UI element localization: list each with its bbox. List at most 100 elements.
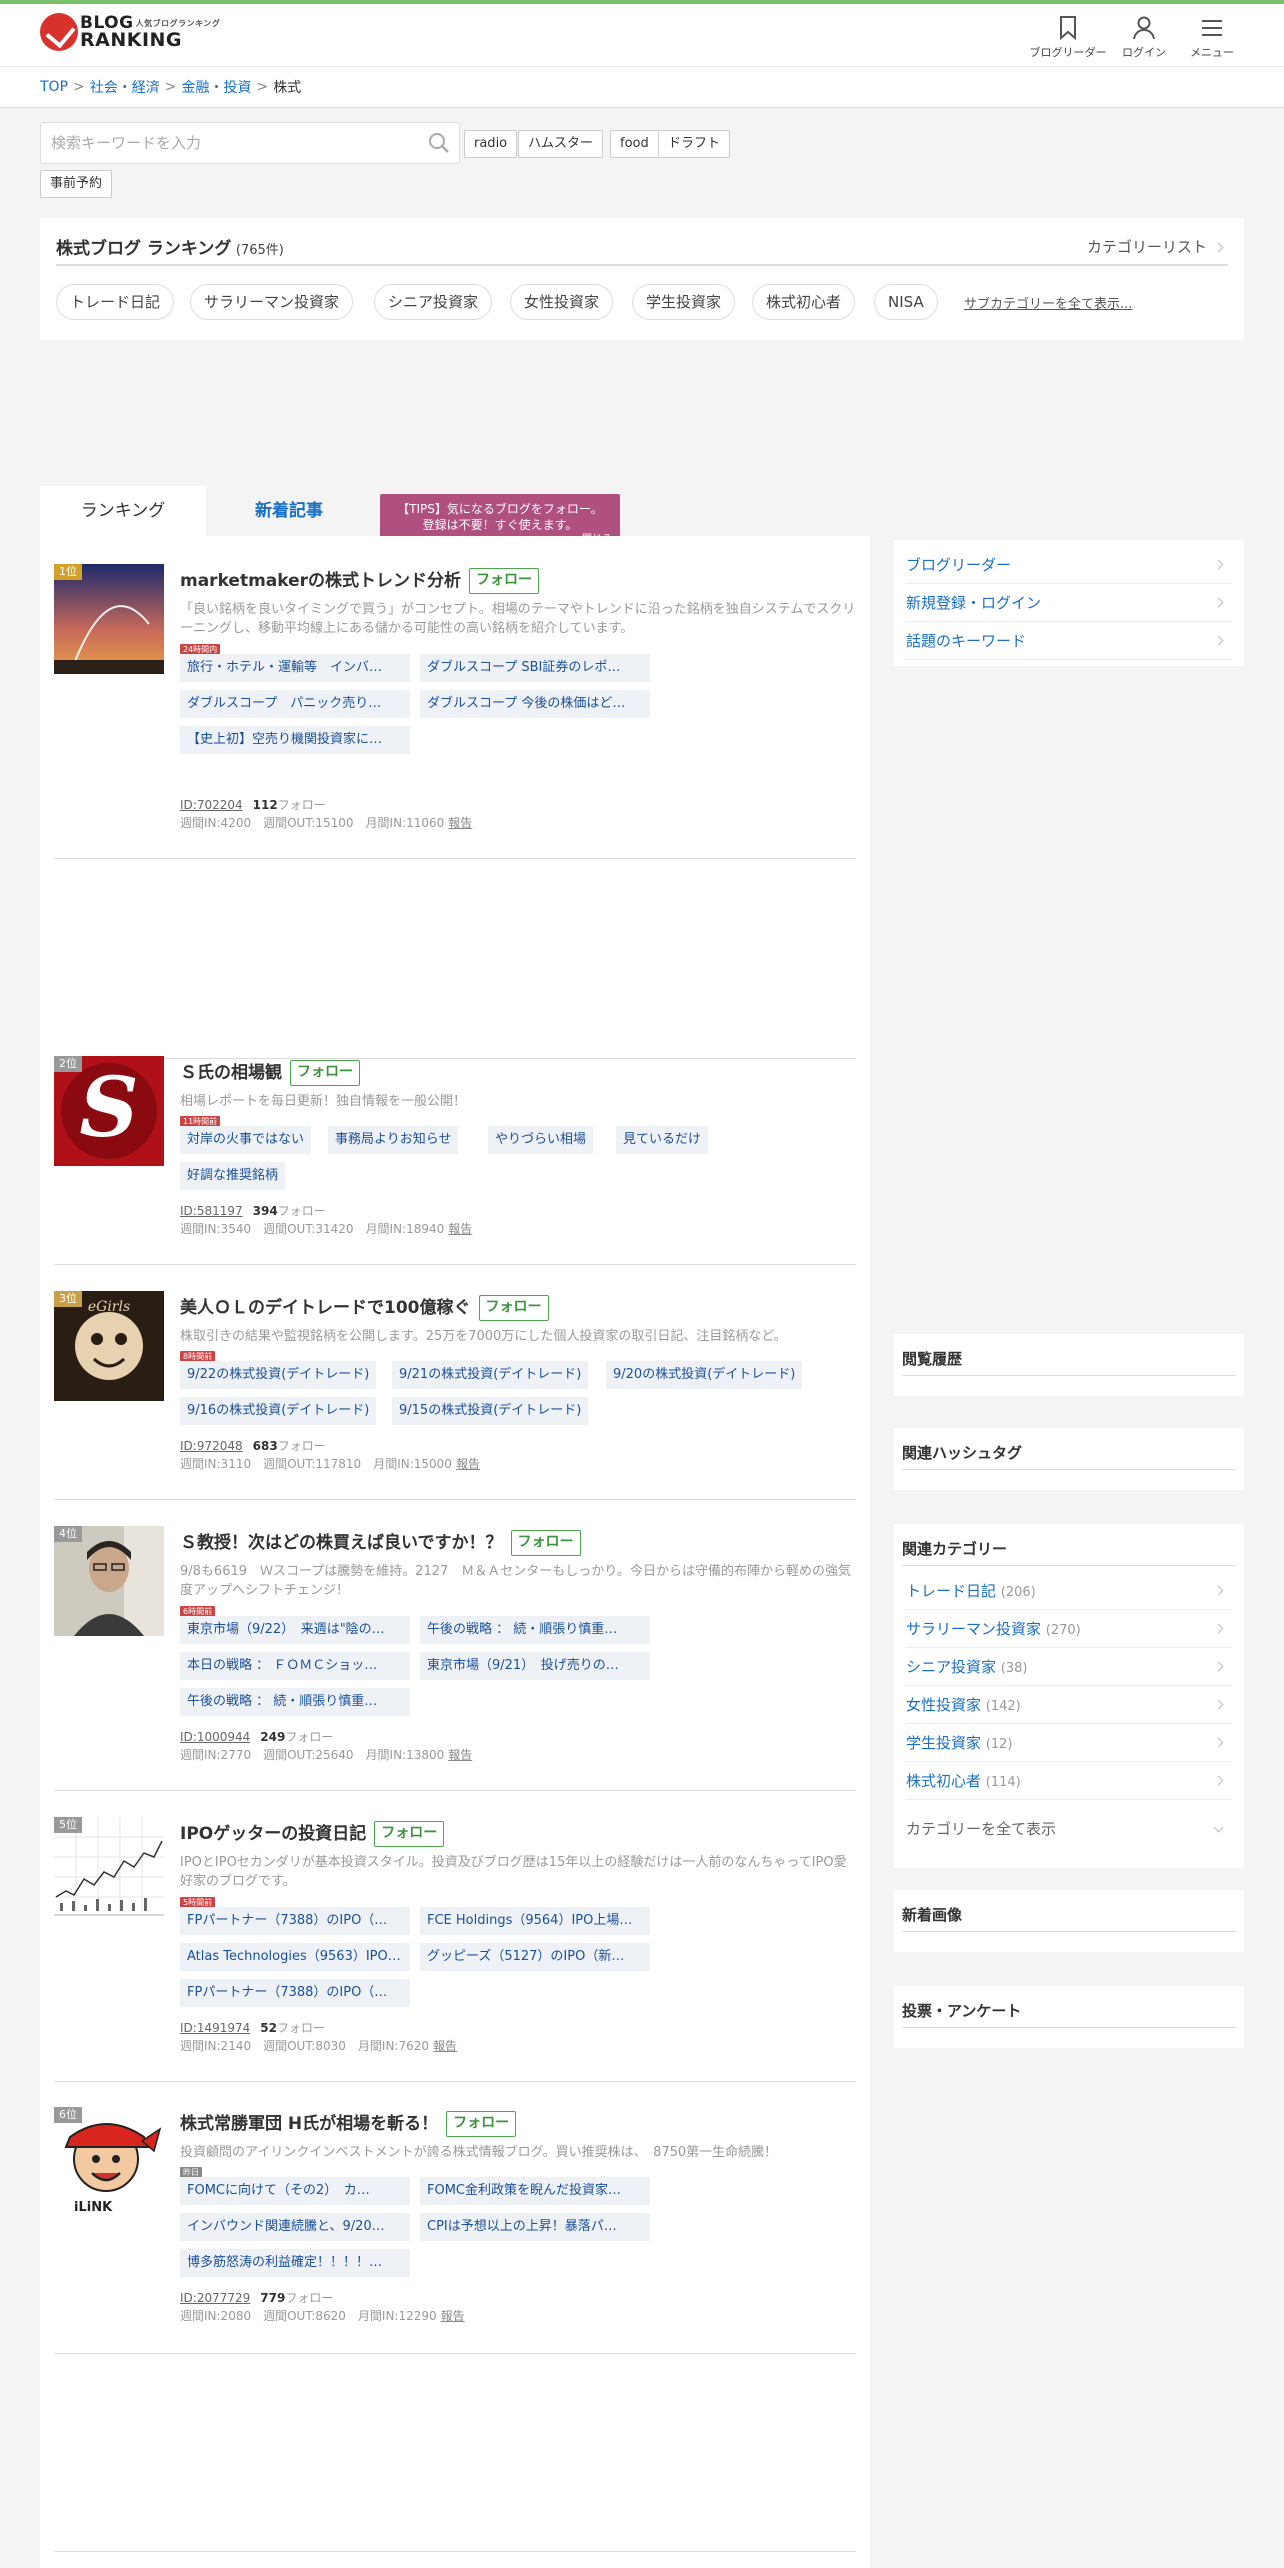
blog-stats: ID:702204 112フォロー 週間IN:4200 週間OUT:15100 月… xyxy=(180,798,473,830)
post-link[interactable]: 午後の戦略 ： 続・順張り慎重… xyxy=(420,1616,650,1644)
blog-thumbnail[interactable] xyxy=(54,1817,164,1927)
post-link[interactable]: Atlas Technologies（9563）IPO… xyxy=(180,1943,410,1971)
subcategory-nisa[interactable]: NISA xyxy=(874,284,938,320)
post-link[interactable]: 好調な推奨銘柄 xyxy=(180,1162,286,1190)
sidebar-link-blog-reader[interactable]: ブログリーダー xyxy=(906,546,1232,584)
votes-heading: 投票・アンケート xyxy=(902,2000,1236,2028)
related-category-item[interactable]: 株式初心者 (114) xyxy=(906,1762,1232,1800)
search-box xyxy=(40,122,460,164)
follow-button[interactable]: フォロー xyxy=(510,1530,581,1556)
post-link[interactable]: 9/22の株式投資(デイトレード) xyxy=(180,1361,377,1389)
related-category-item[interactable]: トレード日記 (206) xyxy=(906,1572,1232,1610)
related-category-item[interactable]: サラリーマン投資家 (270) xyxy=(906,1610,1232,1648)
report-link[interactable]: 報告 xyxy=(448,816,472,830)
blog-stats: ID:581197 394フォロー 週間IN:3540 週間OUT:31420 月… xyxy=(180,1204,473,1236)
tab-new-articles[interactable]: 新着記事 xyxy=(206,486,372,536)
post-link[interactable]: 9/15の株式投資(デイトレード) xyxy=(392,1397,589,1425)
chevron-right-icon xyxy=(1213,1699,1224,1710)
blog-description: IPOとIPOセカンダリが基本投資スタイル。投資及びブログ歴は15年以上の経験だ… xyxy=(180,1855,847,1889)
blog-title: 美人ＯＬのデイトレードで100億稼ぐ フォロー xyxy=(180,1293,549,1321)
search-icon[interactable] xyxy=(428,132,450,158)
breadcrumb-top[interactable]: TOP xyxy=(40,79,68,95)
post-link[interactable]: インバウンド関連続騰と、9/20… xyxy=(180,2213,410,2241)
blog-thumbnail[interactable] xyxy=(54,564,164,674)
blog-id[interactable]: ID:972048 xyxy=(180,1439,243,1453)
post-link[interactable]: 午後の戦略 ： 続・順張り慎重… xyxy=(180,1688,410,1716)
follow-button[interactable]: フォロー xyxy=(446,2111,517,2137)
post-link[interactable]: FOMC金利政策を睨んだ投資家… xyxy=(420,2177,650,2205)
post-link[interactable]: 対岸の火事ではない xyxy=(180,1126,312,1154)
report-link[interactable]: 報告 xyxy=(433,2039,457,2053)
subcategory-beginner[interactable]: 株式初心者 xyxy=(752,284,856,320)
bookmark-icon xyxy=(1028,14,1108,42)
rank-badge: 2位 xyxy=(54,1056,82,1072)
post-link[interactable]: FOMCに向けて（その2） カ… xyxy=(180,2177,410,2205)
blog-thumbnail[interactable]: S xyxy=(54,1056,164,1166)
chevron-right-icon xyxy=(1213,597,1224,608)
category-list-link[interactable]: カテゴリーリスト xyxy=(1087,236,1224,257)
keyword-tag[interactable]: ドラフト xyxy=(658,130,731,158)
post-link[interactable]: CPIは予想以上の上昇！暴落パ… xyxy=(420,2213,650,2241)
post-link[interactable]: 見ているだけ xyxy=(616,1126,709,1154)
subcategory-women[interactable]: 女性投資家 xyxy=(510,284,614,320)
related-category-item[interactable]: 女性投資家 (142) xyxy=(906,1686,1232,1724)
post-link[interactable]: 事務局よりお知らせ xyxy=(328,1126,459,1154)
post-link[interactable]: 9/20の株式投資(デイトレード) xyxy=(606,1361,803,1389)
menu-button[interactable]: メニュー xyxy=(1172,14,1252,60)
follow-button[interactable]: フォロー xyxy=(478,1295,549,1321)
blog-id[interactable]: ID:2077729 xyxy=(180,2291,250,2305)
blog-thumbnail[interactable]: iLiNK xyxy=(54,2107,164,2217)
post-link[interactable]: 本日の戦略 ： ＦＯＭＣショッ… xyxy=(180,1652,410,1680)
keyword-tag[interactable]: radio xyxy=(464,130,518,158)
tab-ranking[interactable]: ランキング xyxy=(40,486,206,536)
post-link[interactable]: 9/16の株式投資(デイトレード) xyxy=(180,1397,377,1425)
post-link[interactable]: 博多筋怒涛の利益確定！！！！… xyxy=(180,2249,410,2277)
post-link[interactable]: 東京市場（9/22） 来週は"陰の… xyxy=(180,1616,410,1644)
site-logo[interactable]: BLOG 人気ブログランキング RANKING xyxy=(40,13,220,51)
post-link[interactable]: 旅行・ホテル・運輸等 インバ… xyxy=(180,654,410,682)
breadcrumb-society-economy[interactable]: 社会・経済 xyxy=(90,77,160,97)
report-link[interactable]: 報告 xyxy=(448,1222,472,1236)
post-link[interactable]: FPパートナー（7388）のIPO（… xyxy=(180,1907,410,1935)
post-link[interactable]: ダブルスコープ SBI証券のレポ… xyxy=(420,654,650,682)
post-link[interactable]: 東京市場（9/21） 投げ売りの… xyxy=(420,1652,650,1680)
related-category-item[interactable]: 学生投資家 (12) xyxy=(906,1724,1232,1762)
show-all-subcategories-link[interactable]: サブカテゴリーを全て表示... xyxy=(964,293,1132,312)
sidebar-link-register-login[interactable]: 新規登録・ログイン xyxy=(906,584,1232,622)
blog-id[interactable]: ID:1000944 xyxy=(180,1730,250,1744)
search-input[interactable] xyxy=(40,122,460,164)
keyword-tag[interactable]: ハムスター xyxy=(518,130,604,158)
keyword-tag[interactable]: 事前予約 xyxy=(40,170,113,198)
post-link[interactable]: やりづらい相場 xyxy=(488,1126,594,1154)
post-link[interactable]: FCE Holdings（9564）IPO上場… xyxy=(420,1907,650,1935)
post-link[interactable]: ダブルスコープ パニック売り… xyxy=(180,690,410,718)
post-link[interactable]: 9/21の株式投資(デイトレード) xyxy=(392,1361,589,1389)
post-link[interactable]: FPパートナー（7388）のIPO（… xyxy=(180,1979,410,2007)
report-link[interactable]: 報告 xyxy=(448,1748,472,1762)
show-all-categories-button[interactable]: カテゴリーを全て表示 xyxy=(906,1818,1056,1839)
blog-thumbnail[interactable] xyxy=(54,1526,164,1636)
follow-button[interactable]: フォロー xyxy=(374,1821,445,1847)
report-link[interactable]: 報告 xyxy=(456,1457,480,1471)
sidebar-link-trending-keywords[interactable]: 話題のキーワード xyxy=(906,622,1232,660)
follow-button[interactable]: フォロー xyxy=(469,568,540,594)
subcategory-senior[interactable]: シニア投資家 xyxy=(374,284,493,320)
subcategory-trade-diary[interactable]: トレード日記 xyxy=(56,284,175,320)
related-category-item[interactable]: シニア投資家 (38) xyxy=(906,1648,1232,1686)
blog-id[interactable]: ID:581197 xyxy=(180,1204,243,1218)
blog-reader-button[interactable]: ブログリーダー xyxy=(1028,14,1108,60)
report-link[interactable]: 報告 xyxy=(441,2309,465,2323)
post-link[interactable]: ダブルスコープ 今後の株価はど… xyxy=(420,690,650,718)
subcategory-salaryman[interactable]: サラリーマン投資家 xyxy=(190,284,354,320)
post-link[interactable]: 【史上初】空売り機関投資家に… xyxy=(180,726,410,754)
ranking-list: 1位 marketmakerの株式トレンド分析 フォロー 「良い銘柄を良いタイミン… xyxy=(40,536,870,2568)
subcategory-student[interactable]: 学生投資家 xyxy=(632,284,736,320)
breadcrumb-finance[interactable]: 金融・投資 xyxy=(181,77,251,97)
keyword-tag[interactable]: food xyxy=(610,130,659,158)
blog-id[interactable]: ID:1491974 xyxy=(180,2021,250,2035)
rank-badge: 1位 xyxy=(54,564,82,580)
follow-button[interactable]: フォロー xyxy=(290,1060,360,1086)
blog-thumbnail[interactable]: eGirls xyxy=(54,1291,164,1401)
blog-id[interactable]: ID:702204 xyxy=(180,798,243,812)
post-link[interactable]: グッピーズ（5127）のIPO（新… xyxy=(420,1943,650,1971)
